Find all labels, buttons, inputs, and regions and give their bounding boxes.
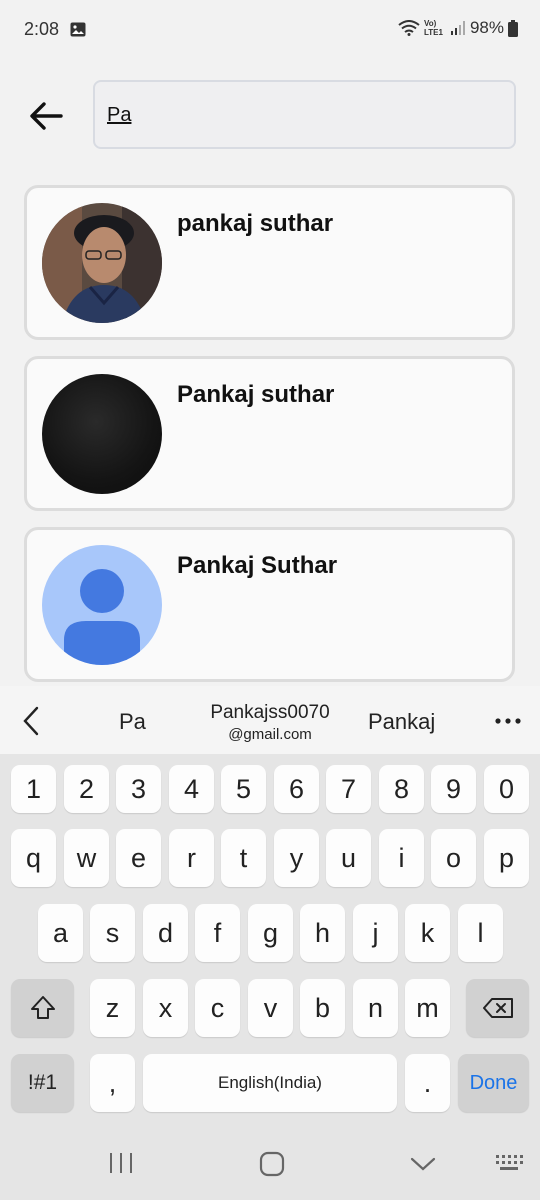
keyboard-suggestion-bar: Pa Pankajss0070 @gmail.com Pankaj bbox=[0, 686, 540, 754]
result-name: pankaj suthar bbox=[177, 210, 334, 237]
back-button[interactable] bbox=[26, 96, 66, 136]
symbols-key[interactable]: !#1 bbox=[11, 1054, 74, 1112]
key-1[interactable]: 1 bbox=[11, 765, 56, 813]
home-icon[interactable] bbox=[259, 1151, 285, 1177]
key-l[interactable]: l bbox=[458, 904, 503, 962]
network-label: Vo) LTE1 bbox=[423, 19, 443, 37]
battery-icon bbox=[508, 19, 518, 37]
profile-photo bbox=[42, 203, 162, 323]
avatar bbox=[42, 545, 162, 665]
search-box[interactable]: Pa bbox=[93, 80, 516, 149]
key-6[interactable]: 6 bbox=[274, 765, 319, 813]
key-a[interactable]: a bbox=[38, 904, 83, 962]
key-f[interactable]: f bbox=[195, 904, 240, 962]
more-options-icon[interactable] bbox=[495, 718, 521, 724]
suggestion-line: Pankajss0070 bbox=[210, 702, 330, 723]
key-n[interactable]: n bbox=[353, 979, 398, 1037]
shift-icon bbox=[30, 996, 55, 1019]
key-2[interactable]: 2 bbox=[64, 765, 109, 813]
status-bar: 2:08 Vo) LTE1 98% bbox=[0, 0, 540, 60]
backspace-icon bbox=[482, 998, 513, 1018]
key-c[interactable]: c bbox=[195, 979, 240, 1037]
result-card[interactable]: pankaj suthar bbox=[24, 185, 515, 340]
done-key[interactable]: Done bbox=[458, 1054, 529, 1112]
key-5[interactable]: 5 bbox=[221, 765, 266, 813]
status-indicators: Vo) LTE1 98% bbox=[398, 18, 518, 38]
result-card[interactable]: Pankaj suthar bbox=[24, 356, 515, 511]
space-key[interactable]: English(India) bbox=[143, 1054, 397, 1112]
key-t[interactable]: t bbox=[221, 829, 266, 887]
gallery-notification-icon bbox=[70, 22, 86, 37]
key-m[interactable]: m bbox=[405, 979, 450, 1037]
key-9[interactable]: 9 bbox=[431, 765, 476, 813]
wifi-icon bbox=[398, 20, 420, 36]
avatar bbox=[42, 203, 162, 323]
default-person-icon bbox=[42, 545, 162, 665]
key-w[interactable]: w bbox=[64, 829, 109, 887]
key-d[interactable]: d bbox=[143, 904, 188, 962]
result-name: Pankaj Suthar bbox=[177, 552, 338, 579]
key-e[interactable]: e bbox=[116, 829, 161, 887]
key-o[interactable]: o bbox=[431, 829, 476, 887]
key-s[interactable]: s bbox=[90, 904, 135, 962]
key-p[interactable]: p bbox=[484, 829, 529, 887]
key-v[interactable]: v bbox=[248, 979, 293, 1037]
chevron-down-icon[interactable] bbox=[410, 1156, 436, 1172]
suggestion-line: @gmail.com bbox=[228, 726, 312, 743]
suggestion-item[interactable]: Pa bbox=[119, 709, 146, 735]
backspace-key[interactable] bbox=[466, 979, 529, 1037]
key-r[interactable]: r bbox=[169, 829, 214, 887]
arrow-left-icon bbox=[30, 102, 63, 130]
chevron-left-icon[interactable] bbox=[22, 706, 40, 736]
result-card[interactable]: Pankaj Suthar bbox=[24, 527, 515, 682]
result-name: Pankaj suthar bbox=[177, 381, 335, 408]
shift-key[interactable] bbox=[11, 979, 74, 1037]
avatar bbox=[42, 374, 162, 494]
key-3[interactable]: 3 bbox=[116, 765, 161, 813]
key-j[interactable]: j bbox=[353, 904, 398, 962]
key-y[interactable]: y bbox=[274, 829, 319, 887]
system-nav-bar bbox=[0, 1126, 540, 1200]
search-input[interactable]: Pa bbox=[107, 104, 131, 127]
key-4[interactable]: 4 bbox=[169, 765, 214, 813]
key-h[interactable]: h bbox=[300, 904, 345, 962]
keyboard: 1 2 3 4 5 6 7 8 9 0 q w e r t y u i o p … bbox=[0, 754, 540, 1126]
key-g[interactable]: g bbox=[248, 904, 293, 962]
keyboard-icon[interactable] bbox=[495, 1154, 523, 1172]
key-z[interactable]: z bbox=[90, 979, 135, 1037]
key-7[interactable]: 7 bbox=[326, 765, 371, 813]
battery-percent: 98% bbox=[469, 18, 504, 37]
key-0[interactable]: 0 bbox=[484, 765, 529, 813]
key-x[interactable]: x bbox=[143, 979, 188, 1037]
signal-icon bbox=[450, 21, 465, 35]
key-8[interactable]: 8 bbox=[379, 765, 424, 813]
recents-icon[interactable] bbox=[108, 1152, 134, 1174]
comma-key[interactable]: , bbox=[90, 1054, 135, 1112]
period-key[interactable]: . bbox=[405, 1054, 450, 1112]
key-u[interactable]: u bbox=[326, 829, 371, 887]
key-b[interactable]: b bbox=[300, 979, 345, 1037]
key-q[interactable]: q bbox=[11, 829, 56, 887]
suggestion-item[interactable]: Pankaj bbox=[368, 709, 435, 735]
key-i[interactable]: i bbox=[379, 829, 424, 887]
status-time: 2:08 bbox=[24, 19, 60, 39]
suggestion-item[interactable]: Pankajss0070 @gmail.com bbox=[190, 702, 350, 743]
key-k[interactable]: k bbox=[405, 904, 450, 962]
